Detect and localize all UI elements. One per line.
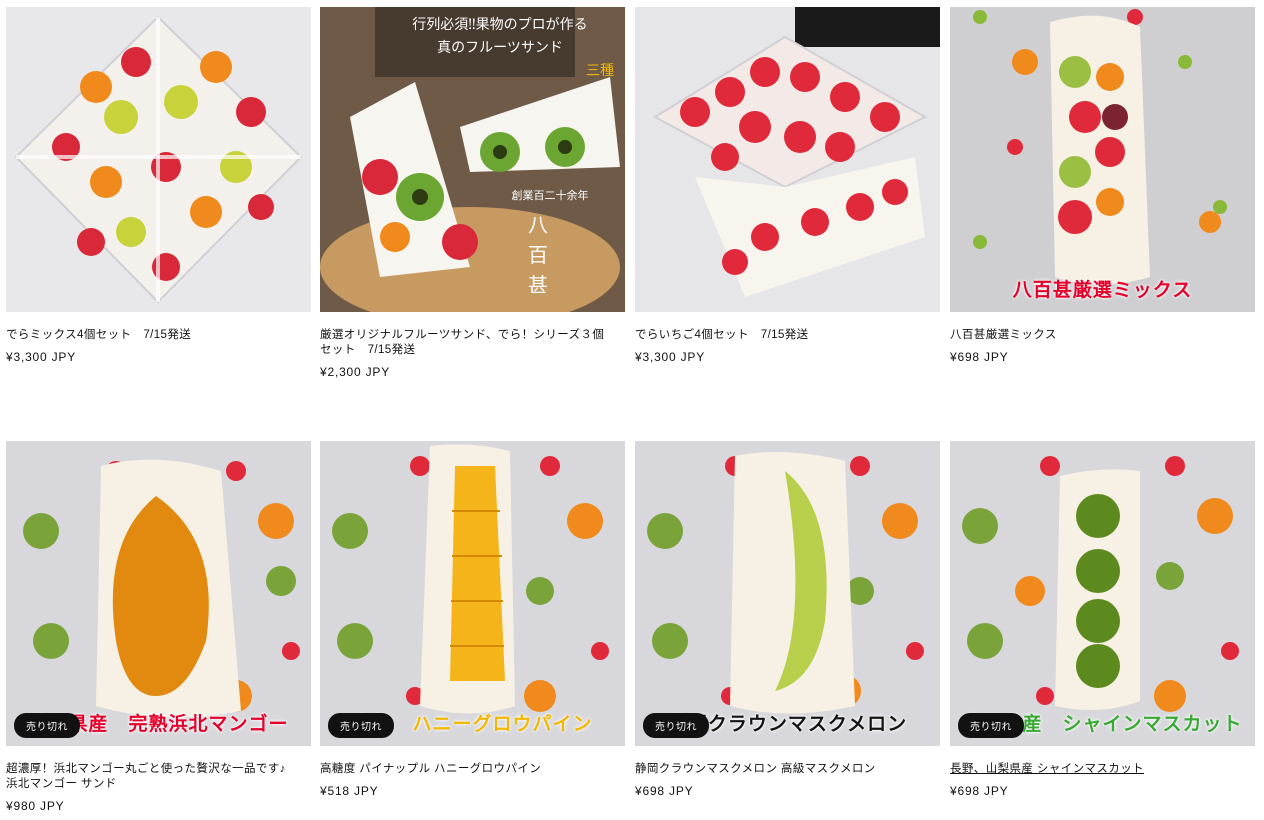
- promo-text-line3: 三種: [586, 63, 614, 79]
- fruit-sandwich-trio-photo: 行列必須‼果物のプロが作る 真のフルーツサンド 三種 創業百二十余年 八 百 甚: [320, 7, 625, 312]
- sold-out-badge: 売り切れ: [14, 713, 80, 738]
- product-card-shine-muscat[interactable]: 長野県産 シャインマスカット 売り切れ 長野、山梨県産 シャインマスカット ¥6…: [950, 441, 1255, 798]
- mixed-fruit-sandwich-photo: [950, 7, 1255, 312]
- product-image[interactable]: [635, 7, 940, 312]
- product-price: ¥698 JPY: [950, 350, 1009, 364]
- product-title[interactable]: 高糖度 パイナップル ハニーグロウパイン: [320, 762, 625, 777]
- product-card-melon[interactable]: 静岡クラウンマスクメロン 売り切れ 静岡クラウンマスクメロン 高級マスクメロン …: [635, 441, 940, 798]
- sold-out-badge: 売り切れ: [643, 713, 709, 738]
- product-image[interactable]: 静岡クラウンマスクメロン 売り切れ: [635, 441, 940, 746]
- product-image[interactable]: 行列必須‼果物のプロが作る 真のフルーツサンド 三種 創業百二十余年 八 百 甚: [320, 7, 625, 312]
- product-price: ¥698 JPY: [950, 784, 1009, 798]
- sold-out-badge: 売り切れ: [958, 713, 1024, 738]
- product-image[interactable]: [6, 7, 311, 312]
- product-title[interactable]: 長野、山梨県産 シャインマスカット: [950, 762, 1255, 777]
- product-image[interactable]: 完熟 ハニーグロウパイン 売り切れ: [320, 441, 625, 746]
- product-price: ¥2,300 JPY: [320, 365, 391, 379]
- product-title[interactable]: でらいちご4個セット 7/15発送: [635, 328, 940, 343]
- brand-char-2: 百: [528, 243, 548, 267]
- product-image[interactable]: 長野県産 シャインマスカット 売り切れ: [950, 441, 1255, 746]
- product-price: ¥980 JPY: [6, 799, 65, 813]
- promo-text-line4: 創業百二十余年: [512, 188, 589, 202]
- mango-sandwich-photo: [6, 441, 311, 746]
- product-card-pineapple[interactable]: 完熟 ハニーグロウパイン 売り切れ 高糖度 パイナップル ハニーグロウパイン ¥…: [320, 441, 625, 798]
- product-title[interactable]: 静岡クラウンマスクメロン 高級マスクメロン: [635, 762, 940, 777]
- product-card-mix-4[interactable]: でらミックス4個セット 7/15発送 ¥3,300 JPY: [6, 7, 311, 364]
- product-title[interactable]: でらミックス4個セット 7/15発送: [6, 328, 311, 343]
- product-price: ¥698 JPY: [635, 784, 694, 798]
- promo-text-line1: 行列必須‼果物のプロが作る: [412, 17, 587, 33]
- mix-sandwich-photo: [6, 7, 311, 312]
- product-title[interactable]: 超濃厚！浜北マンゴー丸ごと使った贅沢な一品です♪ 浜北マンゴー サンド: [6, 762, 311, 792]
- product-card-mango[interactable]: 静岡県産 完熟浜北マンゴー 売り切れ 超濃厚！浜北マンゴー丸ごと使った贅沢な一品…: [6, 441, 311, 813]
- shine-muscat-sandwich-photo: [950, 441, 1255, 746]
- brand-char-1: 八: [528, 213, 548, 237]
- pineapple-sandwich-photo: [320, 441, 625, 746]
- product-price: ¥3,300 JPY: [6, 350, 77, 364]
- image-caption-overlay: 八百甚厳選ミックス: [1012, 279, 1193, 301]
- product-image[interactable]: 八百甚厳選ミックス: [950, 7, 1255, 312]
- product-card-strawberry-4[interactable]: でらいちご4個セット 7/15発送 ¥3,300 JPY: [635, 7, 940, 364]
- strawberry-sandwich-photo: [635, 7, 940, 312]
- product-image[interactable]: 静岡県産 完熟浜北マンゴー 売り切れ: [6, 441, 311, 746]
- product-price: ¥3,300 JPY: [635, 350, 706, 364]
- product-title[interactable]: 厳選オリジナルフルーツサンド、でら！シリーズ３個セット 7/15発送: [320, 328, 625, 358]
- product-grid: でらミックス4個セット 7/15発送 ¥3,300 JPY 行列必須‼果物のプロ: [0, 0, 1264, 820]
- product-title[interactable]: 八百甚厳選ミックス: [950, 328, 1255, 343]
- product-card-original-3[interactable]: 行列必須‼果物のプロが作る 真のフルーツサンド 三種 創業百二十余年 八 百 甚…: [320, 7, 625, 379]
- product-price: ¥518 JPY: [320, 784, 379, 798]
- melon-sandwich-photo: [635, 441, 940, 746]
- promo-text-line2: 真のフルーツサンド: [437, 40, 563, 56]
- product-card-yaojin-mix[interactable]: 八百甚厳選ミックス 八百甚厳選ミックス ¥698 JPY: [950, 7, 1255, 364]
- sold-out-badge: 売り切れ: [328, 713, 394, 738]
- brand-char-3: 甚: [528, 273, 548, 297]
